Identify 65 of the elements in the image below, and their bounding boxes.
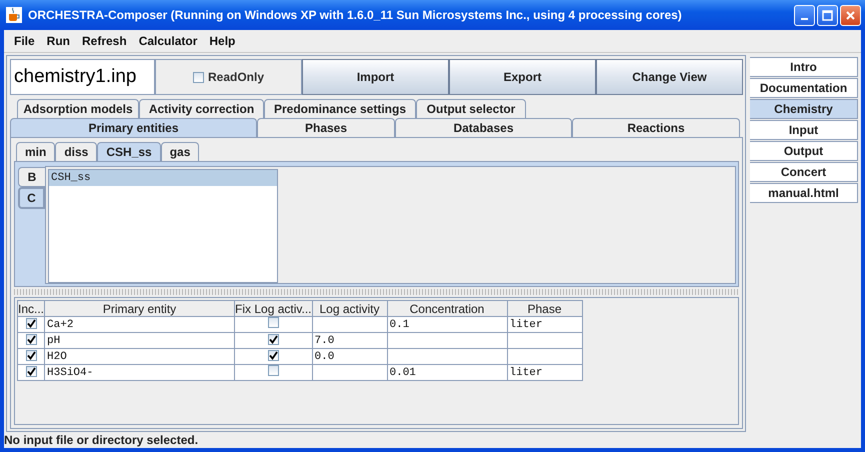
minimize-icon [801, 18, 808, 20]
table-cell: pH [44, 332, 235, 348]
list-item[interactable]: CSH_ss [49, 170, 277, 186]
menu-item[interactable]: Run [40, 34, 76, 48]
column-header[interactable]: Primary entity [44, 300, 235, 316]
table-cell: 0.1 [387, 316, 507, 332]
tab[interactable]: Phases [257, 118, 395, 137]
table-cell: H3SiO4- [44, 364, 235, 380]
tab[interactable]: Output selector [416, 99, 526, 118]
checkbox[interactable] [268, 365, 279, 376]
column-header[interactable]: Concentration [387, 300, 507, 316]
table-cell: liter [507, 364, 582, 380]
tab[interactable]: Adsorption models [17, 99, 139, 118]
side-tab[interactable]: Concert [750, 162, 858, 182]
close-icon [845, 10, 856, 20]
menu-item[interactable]: Calculator [132, 34, 204, 48]
side-tab[interactable]: Documentation [750, 78, 858, 98]
checkbox[interactable] [268, 317, 279, 328]
minimize-button[interactable] [794, 4, 815, 26]
checkbox[interactable] [26, 350, 36, 360]
readonly-checkbox[interactable]: ReadOnly [155, 59, 302, 95]
table-cell: liter [507, 316, 582, 332]
checkbox[interactable] [268, 350, 279, 360]
side-tab[interactable]: Chemistry [750, 99, 858, 119]
checkbox[interactable] [268, 334, 279, 344]
tab[interactable]: Databases [395, 118, 572, 137]
tab[interactable]: diss [55, 142, 98, 161]
checkbox[interactable] [26, 318, 36, 328]
column-header[interactable]: Phase [507, 300, 582, 316]
side-tab[interactable]: Output [750, 141, 858, 161]
status-text: No input file or directory selected. [4, 432, 200, 448]
file-name-field[interactable]: chemistry1.inp [10, 59, 155, 95]
tab[interactable]: Reactions [572, 118, 740, 137]
column-header[interactable]: Fix Log activ... [234, 300, 312, 316]
toolbar-button[interactable]: Change View [596, 59, 743, 95]
table-cell: 7.0 [312, 332, 387, 348]
tab[interactable]: B [18, 167, 45, 187]
tab[interactable]: min [16, 142, 56, 161]
tab[interactable]: C [18, 187, 45, 209]
menu-item[interactable]: Refresh [76, 34, 133, 48]
side-tab[interactable]: manual.html [750, 183, 858, 203]
tab[interactable]: gas [160, 142, 200, 161]
table-cell: 0.0 [312, 348, 387, 364]
tab[interactable]: Activity correction [139, 99, 264, 118]
checkbox[interactable] [26, 366, 36, 376]
menu-item[interactable]: Help [203, 34, 242, 48]
tab[interactable]: CSH_ss [97, 142, 161, 161]
close-button[interactable] [840, 4, 861, 26]
maximize-icon [822, 10, 833, 20]
checkbox[interactable] [26, 334, 36, 344]
toolbar-button[interactable]: Export [449, 59, 596, 95]
tab[interactable]: Predominance settings [264, 99, 416, 118]
window-title: ORCHESTRA-Composer (Running on Windows XP with 1.6.0_11 Sun Microsystems Inc., using 4 processing cores) [28, 8, 683, 22]
side-tab[interactable]: Input [750, 120, 858, 140]
toolbar-button[interactable]: Import [302, 59, 449, 95]
cup-icon [6, 7, 22, 23]
maximize-button[interactable] [817, 4, 838, 26]
side-tab[interactable]: Intro [750, 57, 858, 77]
table-cell: H2O [44, 348, 235, 364]
menu-item[interactable]: File [8, 34, 41, 48]
tab[interactable]: Primary entities [10, 118, 257, 137]
table-cell: 0.01 [387, 364, 507, 380]
column-header[interactable]: Log activity [312, 300, 387, 316]
table-cell: Ca+2 [44, 316, 235, 332]
column-header[interactable]: Inc... [18, 300, 45, 316]
